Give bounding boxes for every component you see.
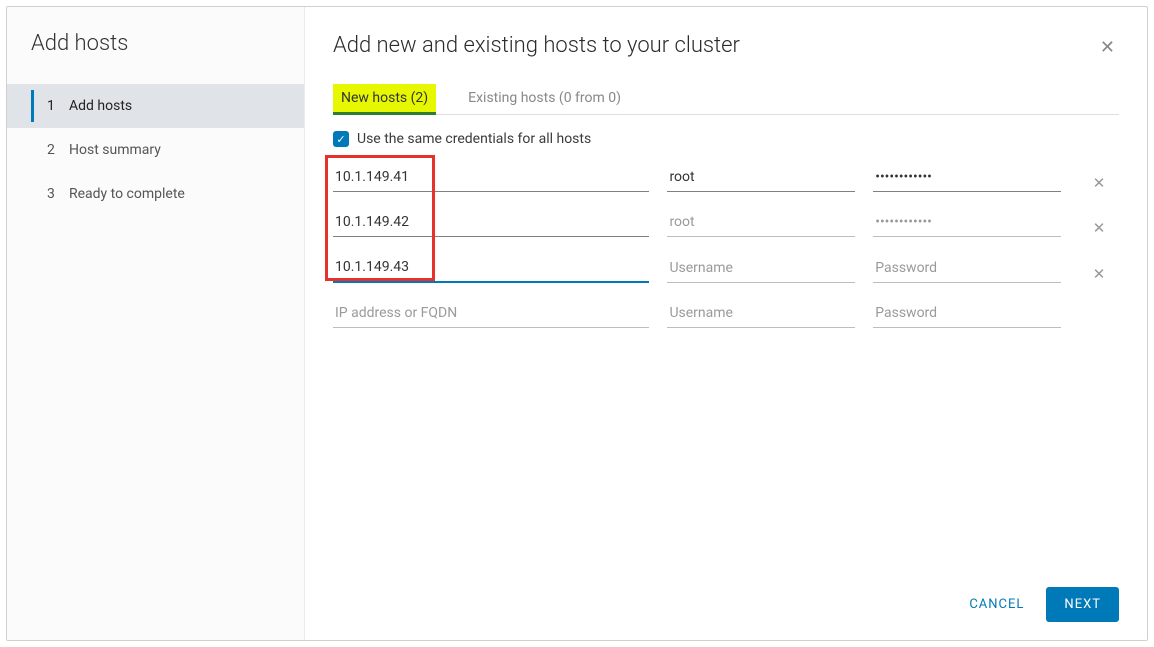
step-label: Host summary xyxy=(65,142,161,158)
host-username-input[interactable] xyxy=(667,299,855,328)
host-address-input[interactable] xyxy=(333,163,649,192)
page-title: Add new and existing hosts to your clust… xyxy=(333,33,740,58)
host-password-input[interactable] xyxy=(873,299,1061,328)
host-address-input[interactable] xyxy=(333,253,649,283)
remove-host-button[interactable]: ✕ xyxy=(1079,174,1119,192)
wizard-main: Add new and existing hosts to your clust… xyxy=(305,7,1147,640)
same-credentials-row: ✓ Use the same credentials for all hosts xyxy=(333,131,1119,147)
close-icon: ✕ xyxy=(1093,265,1106,283)
step-host-summary[interactable]: 2 Host summary xyxy=(7,128,304,172)
remove-host-button[interactable]: ✕ xyxy=(1079,265,1119,283)
cancel-button[interactable]: CANCEL xyxy=(965,587,1028,622)
close-icon: ✕ xyxy=(1093,174,1106,192)
step-ready-complete[interactable]: 3 Ready to complete xyxy=(7,172,304,216)
wizard-footer: CANCEL NEXT xyxy=(333,571,1119,622)
host-row: ✕ xyxy=(333,163,1119,192)
sidebar-title: Add hosts xyxy=(7,31,304,84)
remove-host-button[interactable]: ✕ xyxy=(1079,219,1119,237)
tab-existing-hosts[interactable]: Existing hosts (0 from 0) xyxy=(464,84,625,114)
host-address-input[interactable] xyxy=(333,208,649,237)
same-credentials-label: Use the same credentials for all hosts xyxy=(357,131,591,147)
close-button[interactable]: ✕ xyxy=(1096,33,1119,62)
host-password-input[interactable] xyxy=(873,254,1061,283)
step-label: Add hosts xyxy=(65,98,132,114)
close-icon: ✕ xyxy=(1093,219,1106,237)
host-username-input[interactable] xyxy=(667,208,855,237)
host-tabs: New hosts (2) Existing hosts (0 from 0) xyxy=(333,84,1119,115)
host-password-input[interactable] xyxy=(873,208,1061,237)
host-address-input[interactable] xyxy=(333,299,649,328)
wizard-sidebar: Add hosts 1 Add hosts 2 Host summary 3 R… xyxy=(7,7,305,640)
add-hosts-dialog: Add hosts 1 Add hosts 2 Host summary 3 R… xyxy=(6,6,1148,641)
next-button[interactable]: NEXT xyxy=(1046,587,1119,622)
host-row: ✕ xyxy=(333,253,1119,283)
host-username-input[interactable] xyxy=(667,254,855,283)
step-number: 3 xyxy=(47,186,65,202)
host-password-input[interactable] xyxy=(873,163,1061,192)
same-credentials-checkbox[interactable]: ✓ xyxy=(333,131,349,147)
wizard-steps: 1 Add hosts 2 Host summary 3 Ready to co… xyxy=(7,84,304,216)
step-number: 2 xyxy=(47,142,65,158)
close-icon: ✕ xyxy=(1100,37,1115,58)
check-icon: ✓ xyxy=(336,133,345,146)
host-row: ✕ xyxy=(333,208,1119,237)
step-label: Ready to complete xyxy=(65,186,185,202)
main-header: Add new and existing hosts to your clust… xyxy=(333,33,1119,62)
step-number: 1 xyxy=(47,98,65,114)
host-rows: ✕ ✕ ✕ ✕ xyxy=(333,163,1119,328)
tab-new-hosts[interactable]: New hosts (2) xyxy=(333,84,436,114)
host-row: ✕ xyxy=(333,299,1119,328)
host-username-input[interactable] xyxy=(667,163,855,192)
step-add-hosts[interactable]: 1 Add hosts xyxy=(7,84,304,128)
